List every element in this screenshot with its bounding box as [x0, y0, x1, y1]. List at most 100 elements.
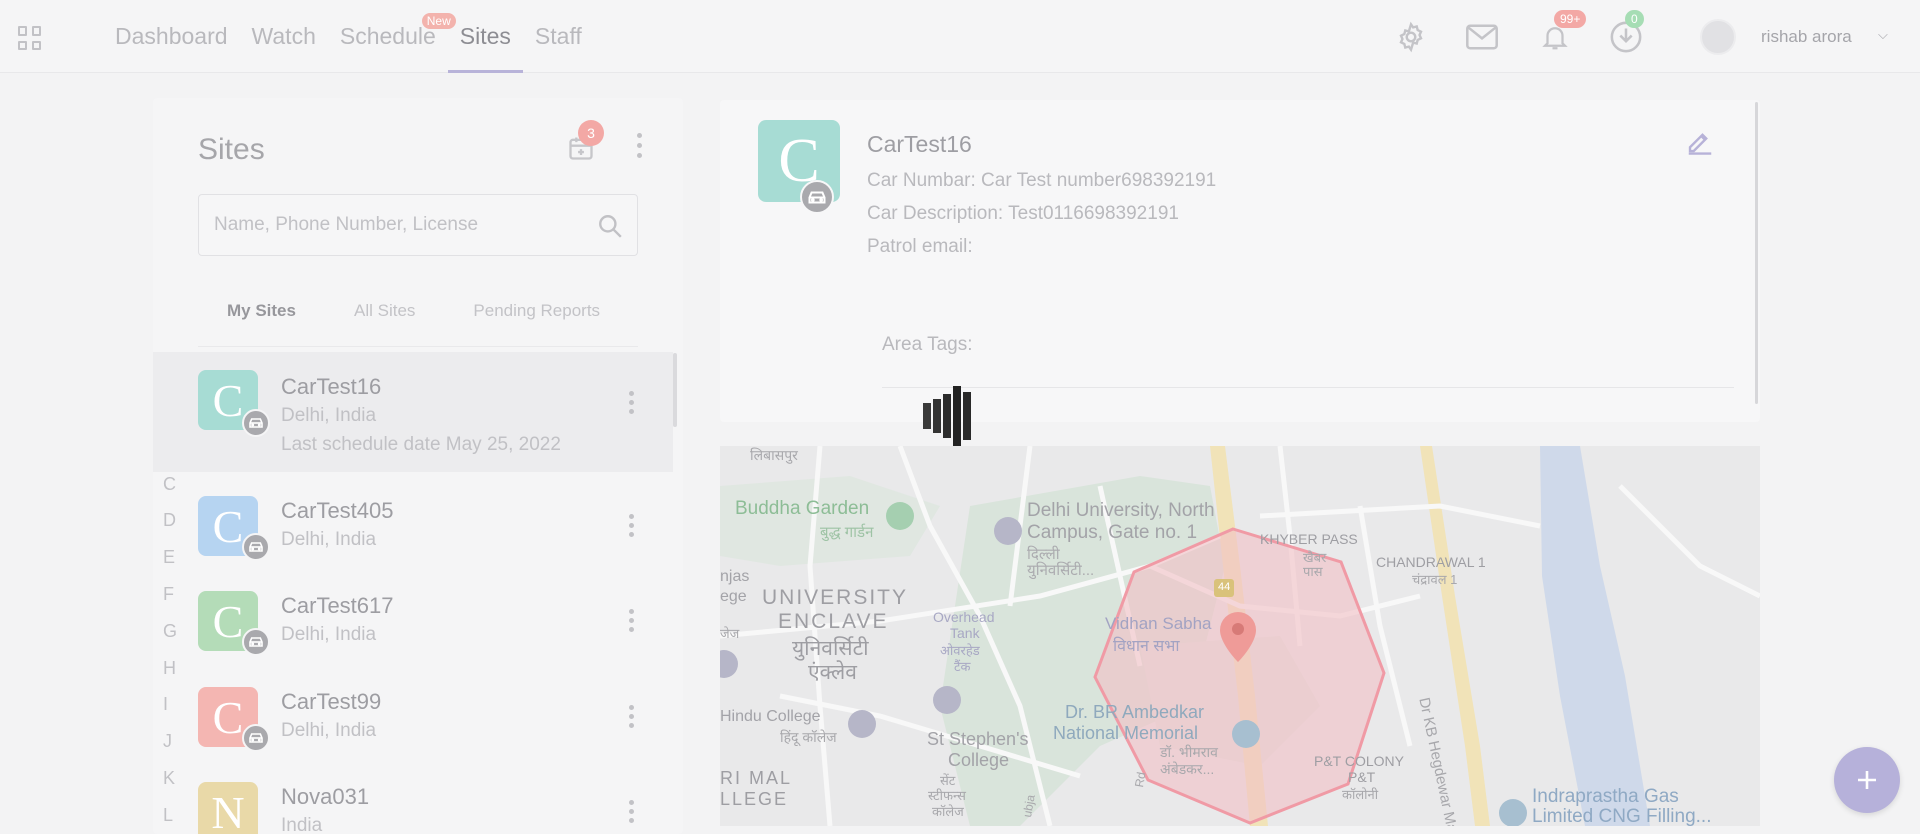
- site-list-item[interactable]: N Nova031 India: [153, 776, 673, 834]
- car-icon: [242, 409, 270, 437]
- map-label: हिंदू कॉलेज: [780, 729, 837, 745]
- map-label: UNIVERSITY: [762, 586, 909, 609]
- site-avatar: N: [198, 782, 258, 834]
- map-label: Overhead: [933, 609, 995, 625]
- map-label: RI MAL: [720, 768, 793, 788]
- map-label: Campus, Gate no. 1: [1027, 522, 1198, 543]
- map-canvas: [720, 446, 1760, 826]
- site-search-input[interactable]: [199, 195, 579, 255]
- site-location: Delhi, India: [281, 405, 377, 426]
- map-label: ENCLAVE: [778, 610, 889, 633]
- notifications-count-badge: 99+: [1554, 10, 1587, 28]
- nav-staff[interactable]: Staff: [523, 0, 594, 73]
- map-label: 44: [1218, 581, 1231, 593]
- map-label: चंद्रावल 1: [1412, 572, 1458, 587]
- map-label: P&T: [1348, 769, 1376, 785]
- detail-scrollbar[interactable]: [1755, 102, 1758, 404]
- site-map[interactable]: लिबासपुर Buddha Garden बुद्ध गार्डन Delh…: [720, 446, 1760, 826]
- site-more-options-icon[interactable]: [623, 387, 639, 417]
- edit-pencil-icon[interactable]: [1685, 126, 1715, 156]
- site-location: Delhi, India: [281, 720, 377, 741]
- nav-sites[interactable]: Sites: [447, 0, 524, 73]
- sites-tabs: My Sites All Sites Pending Reports: [198, 290, 638, 361]
- settings-gear-icon[interactable]: [1394, 20, 1428, 54]
- map-label: njas: [720, 568, 750, 585]
- tab-my-sites[interactable]: My Sites: [198, 290, 325, 361]
- map-label: Dr. BR Ambedkar: [1065, 702, 1205, 722]
- map-label: विधान सभा: [1113, 638, 1180, 655]
- map-label: CHANDRAWAL 1: [1376, 554, 1486, 570]
- tab-all-sites[interactable]: All Sites: [325, 290, 444, 346]
- map-label: Indraprastha Gas: [1532, 786, 1679, 807]
- map-label: Tank: [950, 625, 980, 641]
- top-bar: Dashboard Watch Schedule New Sites Staff…: [0, 0, 1920, 73]
- site-more-options-icon[interactable]: [623, 796, 639, 826]
- site-location: India: [281, 815, 323, 834]
- detail-site-title: CarTest16: [867, 131, 972, 157]
- car-icon: [242, 533, 270, 561]
- map-label: Vidhan Sabha: [1105, 614, 1212, 633]
- map-label: P&T COLONY: [1314, 753, 1404, 769]
- map-label: कॉलेज: [932, 804, 964, 819]
- map-label: टैंक: [954, 659, 971, 674]
- main-nav: Dashboard Watch Schedule New Sites Staff: [103, 0, 594, 73]
- map-label: Buddha Garden: [735, 498, 870, 519]
- site-detail-card: C CarTest16 Car Numbar: Car Test number6…: [720, 100, 1760, 422]
- site-list-item[interactable]: C CarTest405 Delhi, India: [153, 488, 673, 578]
- site-name: CarTest99: [281, 689, 382, 714]
- map-label: ege: [720, 588, 747, 605]
- map-label: पास: [1303, 564, 1323, 579]
- panel-more-options-icon[interactable]: [631, 128, 647, 162]
- plus-icon: [1858, 771, 1876, 789]
- site-more-options-icon[interactable]: [623, 605, 639, 635]
- site-last-schedule: Last schedule date May 25, 2022: [281, 434, 561, 455]
- download-icon[interactable]: 0: [1609, 10, 1644, 54]
- map-label: अंबेडकर...: [1160, 761, 1215, 777]
- site-location: Delhi, India: [281, 624, 377, 645]
- site-search-box: [198, 194, 638, 256]
- map-label: KHYBER PASS: [1260, 531, 1358, 547]
- mail-icon[interactable]: [1465, 20, 1499, 54]
- detail-patrol-email: Patrol email:: [867, 236, 973, 257]
- nav-dashboard[interactable]: Dashboard: [103, 0, 240, 73]
- add-site-count-badge: 3: [578, 120, 604, 146]
- user-name[interactable]: rishab arora: [1761, 27, 1852, 47]
- search-icon[interactable]: [597, 213, 623, 239]
- site-list-item[interactable]: C CarTest16 Delhi, India Last schedule d…: [153, 352, 673, 472]
- tab-pending-reports[interactable]: Pending Reports: [444, 290, 629, 346]
- site-more-options-icon[interactable]: [623, 510, 639, 540]
- downloads-count-badge: 0: [1625, 10, 1644, 28]
- area-tags-divider: [882, 387, 1734, 388]
- site-name: CarTest617: [281, 593, 394, 618]
- map-label: National Memorial: [1053, 723, 1199, 743]
- car-icon: [800, 180, 834, 214]
- nav-watch[interactable]: Watch: [240, 0, 328, 73]
- site-name: CarTest405: [281, 498, 394, 523]
- site-list-item[interactable]: C CarTest617 Delhi, India: [153, 585, 673, 675]
- map-label: St Stephen's: [927, 729, 1029, 749]
- map-label: जेज: [720, 626, 740, 641]
- nav-schedule[interactable]: Schedule New: [328, 0, 456, 73]
- apps-grid-icon[interactable]: [18, 26, 42, 50]
- site-more-options-icon[interactable]: [623, 701, 639, 731]
- detail-car-description: Car Description: Test0116698392191: [867, 203, 1179, 224]
- site-name: CarTest16: [281, 374, 382, 399]
- map-label: कॉलोनी: [1342, 787, 1379, 802]
- site-name: Nova031: [281, 784, 370, 809]
- map-label: Limited CNG Filling...: [1532, 806, 1712, 826]
- sites-panel-title: Sites: [198, 133, 265, 166]
- map-label: LLEGE: [720, 789, 789, 809]
- car-icon: [242, 628, 270, 656]
- map-label: एंक्लेव: [808, 661, 857, 684]
- car-icon: [242, 724, 270, 752]
- user-avatar[interactable]: [1700, 19, 1736, 55]
- add-fab-button[interactable]: [1834, 747, 1900, 813]
- map-label: Rd: [1132, 770, 1149, 789]
- site-list-scrollbar[interactable]: [673, 353, 677, 427]
- map-label: Delhi University, North: [1027, 500, 1215, 521]
- map-label: बुद्ध गार्डन: [820, 524, 874, 541]
- site-list-item[interactable]: C CarTest99 Delhi, India: [153, 681, 673, 771]
- user-menu-chevron-down-icon[interactable]: ⌵: [1878, 27, 1888, 43]
- map-label: लिबासपुर: [750, 447, 798, 463]
- notifications-bell-icon[interactable]: 99+: [1538, 10, 1587, 54]
